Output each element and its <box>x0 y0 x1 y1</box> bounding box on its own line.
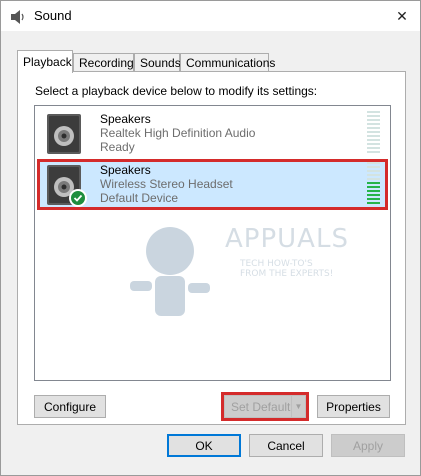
checkmark-icon <box>73 194 83 202</box>
tab-playback[interactable]: Playback <box>17 50 73 73</box>
device-item-wireless-headset[interactable]: Speakers Wireless Stereo Headset Default… <box>37 159 388 209</box>
meter-bar <box>367 127 380 129</box>
title-bar: Sound ✕ <box>1 1 420 31</box>
tab-label: Playback <box>23 55 72 69</box>
meter-bar <box>367 198 380 200</box>
device-status: Default Device <box>100 191 179 205</box>
configure-button[interactable]: Configure <box>34 395 106 418</box>
meter-bar <box>367 111 380 113</box>
meter-bar <box>367 135 380 137</box>
meter-bar <box>367 178 380 180</box>
chevron-down-icon[interactable]: ▼ <box>291 396 305 417</box>
tab-label: Communications <box>186 56 276 70</box>
device-name: Speakers <box>100 163 151 177</box>
device-description: Wireless Stereo Headset <box>100 177 233 191</box>
tab-recording[interactable]: Recording <box>73 53 134 72</box>
meter-bar <box>367 186 380 188</box>
playback-panel: Select a playback device below to modify… <box>17 71 406 425</box>
meter-bar <box>367 182 380 184</box>
speaker-icon <box>47 114 81 154</box>
instruction-text: Select a playback device below to modify… <box>35 84 318 98</box>
device-name: Speakers <box>100 112 151 126</box>
meter-bar <box>367 131 380 133</box>
meter-bar <box>367 174 380 176</box>
properties-button[interactable]: Properties <box>317 395 390 418</box>
device-item-realtek-speakers[interactable]: Speakers Realtek High Definition Audio R… <box>37 108 388 158</box>
tab-label: Recording <box>79 56 134 70</box>
speaker-title-icon <box>11 10 24 24</box>
meter-bar <box>367 123 380 125</box>
volume-meter <box>367 162 380 206</box>
tab-label: Sounds <box>140 56 181 70</box>
set-default-label: Set Default <box>231 399 291 414</box>
device-description: Realtek High Definition Audio <box>100 126 256 140</box>
apply-button[interactable]: Apply <box>331 434 405 457</box>
default-check-icon <box>69 189 87 207</box>
meter-bar <box>367 166 380 168</box>
close-icon: ✕ <box>396 7 408 24</box>
meter-bar <box>367 119 380 121</box>
meter-bar <box>367 202 380 204</box>
meter-bar <box>367 162 380 164</box>
volume-meter <box>367 111 380 155</box>
watermark-logo: APPUALS TECH HOW-TO'S FROM THE EXPERTS! <box>130 221 350 321</box>
close-button[interactable]: ✕ <box>390 5 414 27</box>
tab-sounds[interactable]: Sounds <box>134 53 181 72</box>
sound-dialog: Sound ✕ Playback Recording Sounds Commun… <box>0 0 421 476</box>
meter-bar <box>367 194 380 196</box>
set-default-button[interactable]: Set Default ▼ <box>224 395 306 418</box>
watermark-brand: APPUALS <box>225 224 349 254</box>
cancel-button[interactable]: Cancel <box>249 434 323 457</box>
watermark-tagline: TECH HOW-TO'S FROM THE EXPERTS! <box>240 259 334 279</box>
meter-bar <box>367 151 380 153</box>
mascot-icon <box>130 227 210 316</box>
device-status: Ready <box>100 140 135 154</box>
meter-bar <box>367 143 380 145</box>
meter-bar <box>367 139 380 141</box>
tab-communications[interactable]: Communications <box>180 53 275 72</box>
window-title: Sound <box>34 8 72 23</box>
meter-bar <box>367 190 380 192</box>
meter-bar <box>367 115 380 117</box>
device-list[interactable]: Speakers Realtek High Definition Audio R… <box>34 105 391 381</box>
meter-bar <box>367 147 380 149</box>
ok-button[interactable]: OK <box>167 434 241 457</box>
meter-bar <box>367 170 380 172</box>
